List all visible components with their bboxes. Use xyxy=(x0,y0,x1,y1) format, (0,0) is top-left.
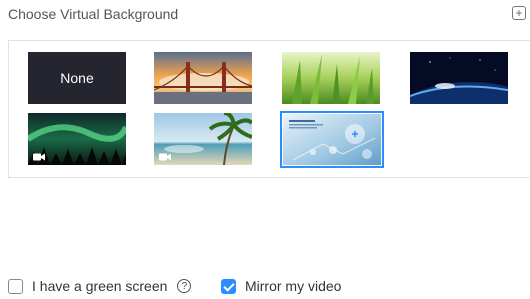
background-tile-golden-gate-bridge[interactable] xyxy=(154,52,252,104)
background-tile-aurora[interactable] xyxy=(28,113,126,165)
background-tile-beach[interactable] xyxy=(154,113,252,165)
virtual-background-heading: Choose Virtual Background xyxy=(8,6,179,22)
add-background-button[interactable]: + xyxy=(512,6,526,20)
mirror-video-option: Mirror my video xyxy=(221,277,341,295)
background-tile-custom-selected[interactable] xyxy=(280,111,384,168)
green-screen-label: I have a green screen xyxy=(32,278,168,294)
earth-image xyxy=(410,52,508,104)
grass-image xyxy=(282,52,380,104)
background-none-label: None xyxy=(60,70,94,86)
video-camera-icon xyxy=(33,153,45,161)
background-tile-earth[interactable] xyxy=(410,52,508,104)
background-tile-grass[interactable] xyxy=(282,52,380,104)
mirror-video-checkbox[interactable] xyxy=(221,278,236,294)
green-screen-checkbox[interactable] xyxy=(8,278,23,294)
custom-medical-image xyxy=(283,114,381,165)
background-gallery: None xyxy=(8,40,530,178)
video-camera-icon xyxy=(159,153,171,161)
green-screen-option: I have a green screen ? xyxy=(8,277,192,295)
background-tile-none[interactable]: None xyxy=(28,52,126,104)
help-icon[interactable]: ? xyxy=(177,279,192,293)
plus-icon: + xyxy=(515,6,523,20)
bridge-image xyxy=(154,52,252,104)
mirror-video-label: Mirror my video xyxy=(245,278,342,294)
